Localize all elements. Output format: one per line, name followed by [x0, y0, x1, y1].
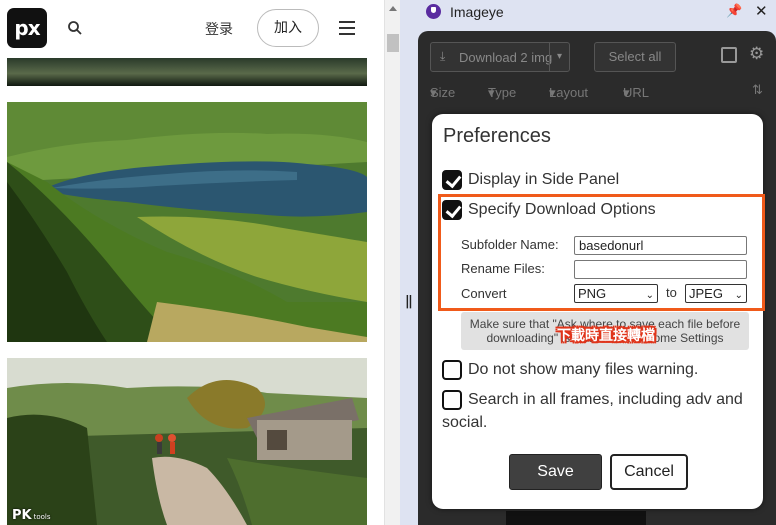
- site-logo[interactable]: px: [7, 8, 47, 48]
- rename-label: Rename Files:: [461, 261, 545, 276]
- all-frames-checkbox[interactable]: [442, 390, 462, 410]
- filter-size[interactable]: Size ▾: [430, 85, 455, 101]
- gear-icon[interactable]: ⚙: [749, 44, 764, 64]
- filter-layout[interactable]: Layout ▾: [549, 85, 588, 101]
- save-button[interactable]: Save: [509, 454, 602, 490]
- login-link[interactable]: 登录: [205, 19, 233, 39]
- pin-icon[interactable]: 📌: [726, 4, 742, 19]
- preferences-title: Preferences: [443, 125, 551, 147]
- sort-icon[interactable]: ⇅: [752, 83, 763, 98]
- scroll-up-arrow-icon[interactable]: [389, 6, 397, 11]
- watermark: PK tools: [12, 508, 51, 523]
- website-view: px 登录 加入 PK tools: [0, 0, 384, 525]
- crop-icon[interactable]: [721, 47, 737, 63]
- join-button[interactable]: 加入: [257, 9, 319, 47]
- download-button[interactable]: ⤓ Download 2 img ▾: [430, 42, 570, 72]
- convert-label: Convert: [461, 286, 507, 301]
- search-icon[interactable]: [67, 20, 83, 36]
- convert-to-select[interactable]: JPEG ⌄: [685, 284, 747, 303]
- photo-countryside-path[interactable]: [7, 358, 367, 525]
- download-icon: ⤓: [440, 49, 446, 63]
- rename-input[interactable]: [574, 260, 747, 279]
- many-files-warning-checkbox[interactable]: [442, 360, 462, 380]
- side-panel-title: Imageye: [450, 4, 504, 20]
- all-frames-option[interactable]: Search in all frames, including adv and …: [442, 390, 752, 436]
- annotation-label: 下載時直接轉檔: [557, 328, 655, 344]
- photo-forest[interactable]: [7, 58, 367, 86]
- scroll-thumb[interactable]: [387, 34, 399, 52]
- convert-to-label: to: [666, 285, 677, 300]
- panel-resize-handle[interactable]: ‖: [405, 294, 413, 309]
- convert-from-select[interactable]: PNG ⌄: [574, 284, 658, 303]
- filter-bar: Size ▾ Type ▾ Layout ▾ URL ▾: [430, 85, 770, 105]
- site-header: px 登录 加入: [0, 0, 384, 58]
- filter-type[interactable]: Type ▾: [488, 85, 516, 101]
- close-icon[interactable]: ✕: [755, 2, 768, 20]
- chevron-down-icon[interactable]: ▾: [549, 43, 569, 71]
- display-side-panel-checkbox[interactable]: [442, 170, 462, 190]
- select-all-button[interactable]: Select all: [594, 42, 676, 72]
- imageye-logo-icon: [426, 4, 441, 19]
- chevron-down-icon: ⌄: [645, 290, 654, 301]
- filter-url[interactable]: URL ▾: [623, 85, 649, 101]
- photo-mountain-lake[interactable]: [7, 102, 367, 342]
- hamburger-menu-icon[interactable]: [339, 21, 355, 35]
- cancel-button[interactable]: Cancel: [610, 454, 688, 490]
- side-panel-header: Imageye 📌 ✕: [400, 0, 776, 26]
- image-thumbnail[interactable]: [506, 511, 646, 525]
- subfolder-label: Subfolder Name:: [461, 237, 559, 252]
- subfolder-input[interactable]: basedonurl: [574, 236, 747, 255]
- chevron-down-icon: ⌄: [734, 290, 743, 301]
- page-scrollbar[interactable]: [384, 0, 400, 525]
